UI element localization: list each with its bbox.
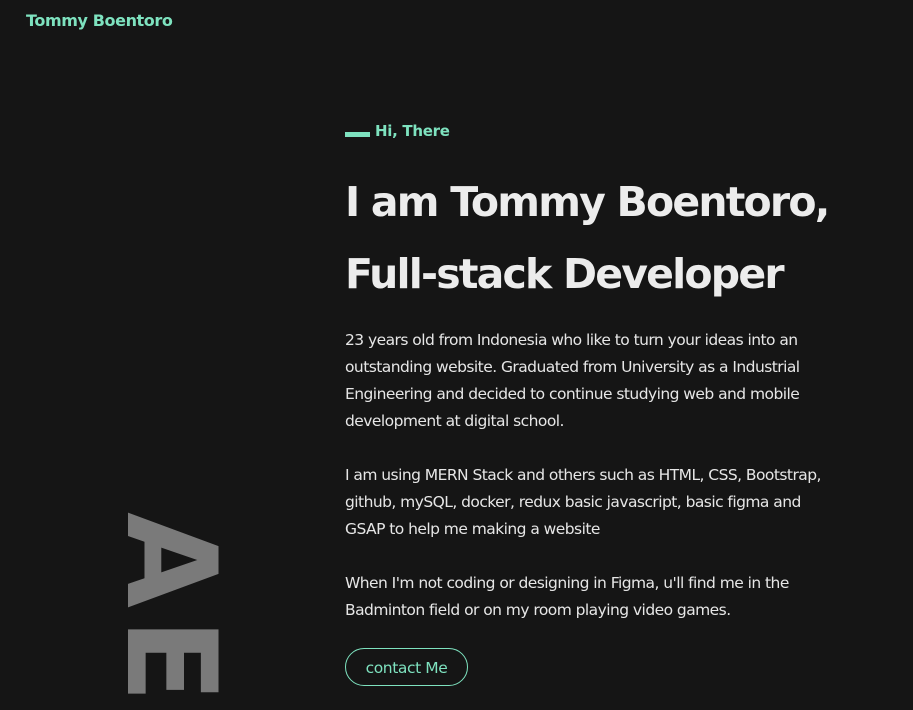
hero-section: Hi, There I am Tommy Boentoro, Full-stac… bbox=[345, 118, 865, 686]
hero-headline: I am Tommy Boentoro, Full-stack Develope… bbox=[345, 166, 865, 310]
headline-line-1: I am Tommy Boentoro, bbox=[345, 178, 830, 226]
greeting-row: Hi, There bbox=[345, 118, 865, 144]
contact-me-button[interactable]: contact Me bbox=[345, 648, 468, 686]
intro-paragraph: 23 years old from Indonesia who like to … bbox=[345, 331, 800, 430]
hobbies-paragraph: When I'm not coding or designing in Figm… bbox=[345, 574, 789, 619]
greeting-accent-bar bbox=[345, 131, 370, 137]
vertical-decorative-text: AE bbox=[98, 512, 242, 710]
page: Tommy Boentoro AE Hi, There I am Tommy B… bbox=[0, 0, 913, 710]
greeting-text: Hi, There bbox=[375, 122, 450, 140]
brand-logo-link[interactable]: Tommy Boentoro bbox=[26, 10, 173, 32]
skills-paragraph: I am using MERN Stack and others such as… bbox=[345, 466, 821, 538]
headline-line-2: Full-stack Developer bbox=[345, 250, 785, 298]
